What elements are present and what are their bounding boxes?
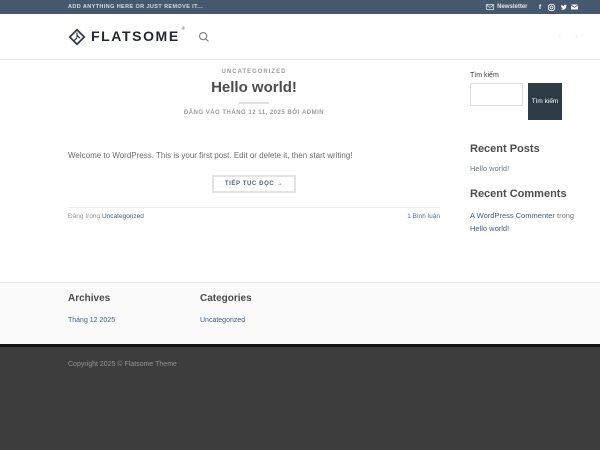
posted-in-prefix: Đăng trong xyxy=(68,213,100,220)
twitter-icon[interactable] xyxy=(560,4,567,11)
posted-in: Đăng trong Uncategorized xyxy=(68,213,144,220)
post-date-line: ĐĂNG VÀO THÁNG 12 11, 2025 BỞI ADMIN xyxy=(68,110,440,116)
registered-mark: ® xyxy=(182,26,185,31)
recent-comment-item: A WordPress Commenter trong Hello world! xyxy=(470,209,578,235)
newsletter-link[interactable]: Newsletter xyxy=(486,4,527,10)
title-divider xyxy=(239,102,269,104)
categories-title: Categories xyxy=(200,293,332,304)
topbar-message: ADD ANYTHING HERE OR JUST REMOVE IT... xyxy=(68,4,203,10)
next-arrow-icon[interactable]: › xyxy=(575,32,578,42)
search-icon[interactable] xyxy=(198,31,210,43)
recent-posts-title: Recent Posts xyxy=(470,143,578,155)
site-logo[interactable]: FLATSOME ® xyxy=(68,28,185,46)
envelope-icon xyxy=(486,4,494,10)
flatsome-diamond-icon xyxy=(68,28,86,46)
footer-widgets: Archives Tháng 12 2025 Categories Uncate… xyxy=(0,282,600,344)
main-content: UNCATEGORIZED Hello world! ĐĂNG VÀO THÁN… xyxy=(0,60,600,282)
sidebar-search-input[interactable] xyxy=(470,83,523,106)
post-title[interactable]: Hello world! xyxy=(68,79,440,97)
footer-absolute: Copyright 2025 © Flatsome Theme xyxy=(0,347,600,450)
footer-archives-widget: Archives Tháng 12 2025 xyxy=(68,293,200,324)
read-more-button[interactable]: TIẾP TỤC ĐỌC → xyxy=(212,175,296,193)
recent-post-link[interactable]: Hello world! xyxy=(470,164,578,173)
sidebar-search-button[interactable]: Tìm kiếm xyxy=(528,83,562,120)
comment-author-link[interactable]: A WordPress Commenter xyxy=(470,211,555,220)
sidebar: Tìm kiếm Tìm kiếm Recent Posts Hello wor… xyxy=(470,60,578,235)
archives-title: Archives xyxy=(68,293,200,304)
newsletter-label: Newsletter xyxy=(497,4,527,10)
blog-post: UNCATEGORIZED Hello world! ĐĂNG VÀO THÁN… xyxy=(68,60,440,235)
post-category-link[interactable]: Uncategorized xyxy=(102,213,144,220)
site-header: FLATSOME ® ‹ › xyxy=(0,14,600,60)
recent-comments-title: Recent Comments xyxy=(470,188,578,200)
comment-connector: trong xyxy=(557,211,574,220)
prev-arrow-icon[interactable]: ‹ xyxy=(558,32,561,42)
instagram-icon[interactable] xyxy=(548,4,555,11)
comment-post-link[interactable]: Hello world! xyxy=(470,224,509,233)
post-category-label[interactable]: UNCATEGORIZED xyxy=(68,69,440,75)
copyright-text: Copyright 2025 © Flatsome Theme xyxy=(68,361,177,368)
sidebar-search-label: Tìm kiếm xyxy=(470,72,578,79)
facebook-icon[interactable]: f xyxy=(537,4,544,11)
post-excerpt: Welcome to WordPress. This is your first… xyxy=(68,150,440,161)
post-meta-footer: Đăng trong Uncategorized 1 Bình luận xyxy=(68,207,440,220)
categories-link[interactable]: Uncategorized xyxy=(200,317,332,324)
comments-count-link[interactable]: 1 Bình luận xyxy=(407,213,440,220)
archives-link[interactable]: Tháng 12 2025 xyxy=(68,317,200,324)
email-icon[interactable] xyxy=(571,4,578,11)
logo-text: FLATSOME xyxy=(91,28,180,45)
topbar: ADD ANYTHING HERE OR JUST REMOVE IT... N… xyxy=(0,0,600,14)
footer-categories-widget: Categories Uncategorized xyxy=(200,293,332,324)
